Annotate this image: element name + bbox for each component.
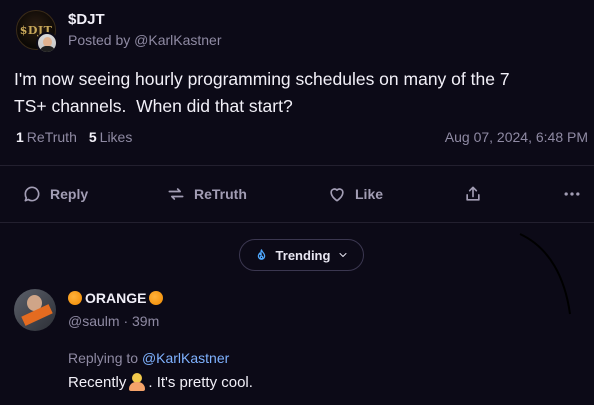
- reply-label: Reply: [50, 186, 89, 202]
- flame-icon: [257, 248, 265, 260]
- mention-link[interactable]: @KarlKastner: [142, 350, 229, 366]
- replying-prefix: Replying to: [68, 350, 139, 366]
- avatar-group[interactable]: $DJT: [16, 10, 58, 54]
- author-avatar[interactable]: [36, 32, 58, 54]
- more-icon: [564, 192, 580, 196]
- heart-icon: [330, 188, 344, 202]
- reply-text: Recently . It's pretty cool.: [68, 373, 253, 391]
- retruth-action-label: ReTruth: [194, 186, 247, 202]
- replying-to: Replying to @KarlKastner: [68, 350, 229, 366]
- stray-curve: [519, 233, 571, 315]
- reply-button[interactable]: Reply: [22, 166, 88, 222]
- retruth-icon: [168, 188, 184, 200]
- comment-icon: [24, 186, 40, 202]
- likes-count[interactable]: 5: [89, 129, 97, 145]
- reply-name-text: ORANGE: [85, 290, 147, 306]
- more-button[interactable]: [562, 166, 582, 222]
- trending-label: Trending: [275, 247, 331, 263]
- orange-emoji-icon: [149, 291, 164, 305]
- orange-emoji-icon: [68, 291, 82, 305]
- post-header: $DJT $DJT Posted by @KarlKastner: [16, 8, 576, 56]
- chevron-down-icon: [339, 253, 347, 257]
- retruth-button[interactable]: ReTruth: [166, 166, 247, 222]
- posted-by[interactable]: Posted by @KarlKastner: [68, 32, 222, 48]
- post-timestamp: Aug 07, 2024, 6:48 PM: [444, 129, 588, 145]
- share-icon: [466, 186, 480, 201]
- trending-sort-dropdown[interactable]: Trending: [239, 239, 364, 271]
- reply-text-before: Recently: [68, 373, 127, 391]
- like-label: Like: [355, 186, 384, 202]
- person-emoji-icon: [128, 373, 146, 391]
- reply-avatar[interactable]: [14, 289, 56, 331]
- reply-author-name[interactable]: ORANGE: [68, 290, 164, 306]
- like-button[interactable]: Like: [327, 166, 383, 222]
- post-body: I'm now seeing hourly programming schedu…: [14, 69, 510, 116]
- retruth-count[interactable]: 1: [16, 129, 24, 145]
- divider: [0, 222, 594, 223]
- retruth-label[interactable]: ReTruth: [27, 129, 77, 145]
- group-name[interactable]: $DJT: [68, 11, 105, 28]
- reply-text-after: . It's pretty cool.: [148, 373, 253, 391]
- action-bar: Reply ReTruth Like: [0, 166, 594, 222]
- post-stats: 1 ReTruth 5 Likes: [16, 129, 132, 145]
- share-button[interactable]: [463, 166, 483, 222]
- reply-handle[interactable]: @saulm · 39m: [68, 313, 159, 329]
- likes-label[interactable]: Likes: [100, 129, 133, 145]
